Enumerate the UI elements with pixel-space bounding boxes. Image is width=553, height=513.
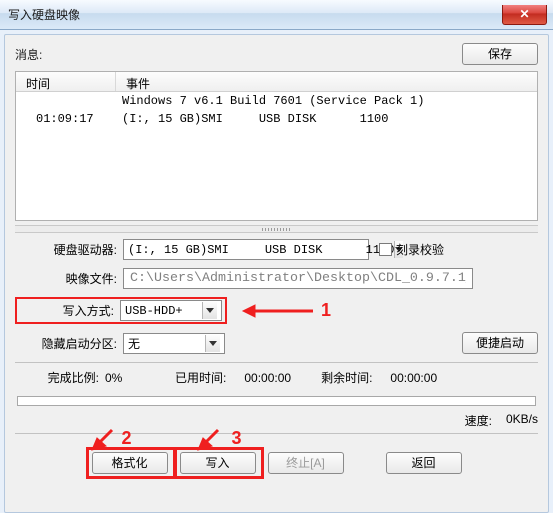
hidden-partition-dropdown[interactable]: 无 [123, 333, 225, 354]
log-event: Windows 7 v6.1 Build 7601 (Service Pack … [116, 92, 537, 110]
verify-label: 刻录校验 [396, 241, 444, 258]
annotation-3: 3 [232, 428, 242, 449]
form-area: 硬盘驱动器: (I:, 15 GB)SMI USB DISK 1100 刻录校验… [15, 239, 538, 474]
log-time [16, 92, 116, 110]
write-button[interactable]: 写入 [180, 452, 256, 474]
window-title: 写入硬盘映像 [8, 6, 80, 23]
progress-label: 完成比例: [15, 369, 105, 386]
log-event: (I:, 15 GB)SMI USB DISK 1100 [116, 110, 537, 128]
chevron-down-icon [205, 335, 220, 352]
arrow-annotation-icon [90, 426, 120, 452]
method-value: USB-HDD+ [125, 304, 183, 318]
chevron-down-icon [202, 302, 217, 319]
log-header: 时间 事件 [16, 72, 537, 92]
write-method-dropdown[interactable]: USB-HDD+ [120, 300, 222, 321]
divider [15, 362, 538, 363]
annotation-1: 1 [321, 300, 331, 321]
drive-label: 硬盘驱动器: [15, 241, 123, 258]
remain-label: 剩余时间: [321, 369, 372, 386]
log-body[interactable]: Windows 7 v6.1 Build 7601 (Service Pack … [16, 92, 537, 220]
abort-button[interactable]: 终止[A] [268, 452, 344, 474]
image-label: 映像文件: [15, 270, 123, 287]
annotation-2: 2 [122, 428, 132, 449]
progress-bar [17, 396, 536, 406]
arrow-annotation-icon [241, 301, 321, 321]
log-panel: 时间 事件 Windows 7 v6.1 Build 7601 (Service… [15, 71, 538, 221]
splitter-handle[interactable] [15, 225, 538, 233]
image-path-input[interactable] [123, 268, 473, 289]
titlebar[interactable]: 写入硬盘映像 ✕ [0, 0, 553, 30]
dialog-window: 写入硬盘映像 ✕ 消息: 保存 时间 事件 Windows 7 v6.1 Bui… [0, 0, 553, 513]
drive-value: (I:, 15 GB)SMI USB DISK 1100 [128, 243, 394, 257]
progress-value: 0% [105, 371, 175, 385]
log-time: 01:09:17 [16, 110, 116, 128]
speed-value: 0KB/s [506, 412, 538, 429]
format-button[interactable]: 格式化 [92, 452, 168, 474]
elapsed-value: 00:00:00 [244, 371, 291, 385]
log-row[interactable]: Windows 7 v6.1 Build 7601 (Service Pack … [16, 92, 537, 110]
remain-value: 00:00:00 [390, 371, 437, 385]
drive-dropdown[interactable]: (I:, 15 GB)SMI USB DISK 1100 [123, 239, 369, 260]
column-event[interactable]: 事件 [116, 72, 537, 91]
verify-checkbox[interactable] [379, 243, 392, 256]
button-row: 2 格式化 3 写入 [15, 452, 538, 474]
save-button[interactable]: 保存 [462, 43, 538, 65]
log-row[interactable]: 01:09:17 (I:, 15 GB)SMI USB DISK 1100 [16, 110, 537, 128]
window-controls: ✕ [502, 5, 547, 25]
arrow-annotation-icon [196, 426, 226, 452]
column-time[interactable]: 时间 [16, 72, 116, 91]
elapsed-label: 已用时间: [175, 369, 226, 386]
back-button[interactable]: 返回 [386, 452, 462, 474]
speed-label: 速度: [465, 412, 492, 429]
info-label: 消息: [15, 46, 42, 63]
quick-boot-button[interactable]: 便捷启动 [462, 332, 538, 354]
hidden-label: 隐藏启动分区: [15, 335, 123, 352]
content-area: 消息: 保存 时间 事件 Windows 7 v6.1 Build 7601 (… [4, 34, 549, 513]
close-icon: ✕ [519, 7, 529, 21]
method-label: 写入方式: [20, 302, 120, 319]
close-button[interactable]: ✕ [502, 5, 547, 25]
hidden-value: 无 [128, 335, 140, 352]
